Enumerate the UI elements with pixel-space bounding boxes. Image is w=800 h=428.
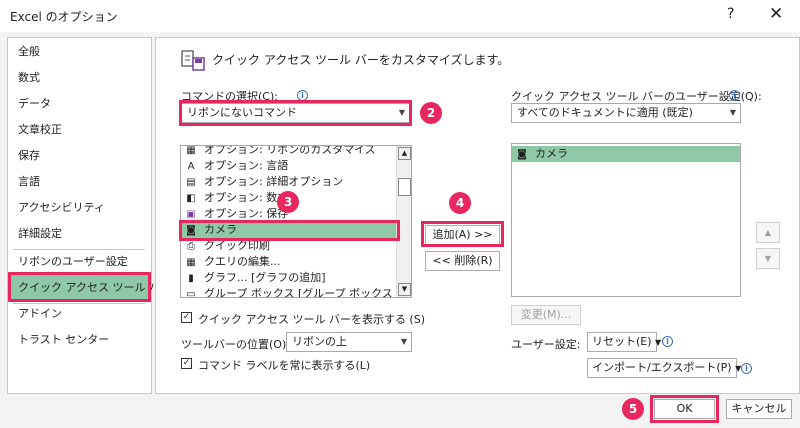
cancel-button[interactable]: キャンセル	[726, 399, 792, 419]
toolbar-position-value: リボンの上	[292, 335, 347, 348]
chevron-down-icon: ▼	[400, 337, 407, 346]
modify-button[interactable]: 変更(M)...	[511, 305, 581, 325]
info-icon: i	[662, 336, 673, 347]
qat-listbox[interactable]: ◙ カメラ	[511, 143, 741, 297]
sidebar-item-general[interactable]: 全般	[9, 39, 150, 65]
show-qat-checkbox[interactable]: ✓	[181, 312, 192, 323]
sidebar-item-data[interactable]: データ	[9, 91, 150, 117]
help-button[interactable]: ?	[727, 6, 734, 22]
show-labels-label: コマンド ラベルを常に表示する(L)	[198, 359, 371, 372]
step-badge-5: 5	[622, 398, 644, 420]
customize-qat-icon	[180, 46, 206, 72]
sidebar-item-formulas[interactable]: 数式	[9, 65, 150, 91]
camera-icon: ◙	[517, 149, 527, 160]
sidebar-item-advanced[interactable]: 詳細設定	[9, 221, 150, 247]
sidebar-item-language[interactable]: 言語	[9, 169, 150, 195]
language-icon: A	[187, 161, 195, 172]
chevron-down-icon: ▼	[729, 108, 736, 117]
quick-print-icon: ⎙	[187, 241, 195, 252]
qat-list-item[interactable]: ◙ カメラ	[512, 146, 740, 162]
list-item[interactable]: ▮ グラフ... [グラフの追加]	[181, 270, 325, 286]
sidebar: 全般 数式 データ 文章校正 保存 言語 アクセシビリティ 詳細設定 リボンのユ…	[7, 37, 171, 394]
window-title: Excel のオプション	[10, 10, 118, 24]
toolbar-position-label: ツールバーの位置(O)	[181, 338, 287, 351]
qat-scope-label: クイック アクセス ツール バーのユーザー設定(Q):	[511, 90, 762, 103]
move-down-button[interactable]: ▼	[756, 248, 780, 269]
remove-button[interactable]: << 削除(R)	[425, 251, 500, 271]
close-button[interactable]: ✕	[769, 4, 783, 24]
list-item[interactable]: ◧ オプション: 数式	[181, 190, 288, 206]
sidebar-item-trust-center[interactable]: トラスト センター	[9, 327, 150, 353]
show-labels-checkbox[interactable]: ✓	[181, 358, 192, 369]
highlight-box-qat	[8, 272, 151, 302]
sidebar-item-accessibility[interactable]: アクセシビリティ	[9, 195, 150, 221]
highlight-box-ok	[650, 395, 719, 423]
sidebar-item-addins[interactable]: アドイン	[9, 301, 150, 327]
list-item[interactable]: ▦ オプション: リボンのカスタマイズ	[181, 145, 376, 158]
info-icon: i	[729, 90, 740, 101]
highlight-box-dropdown	[179, 100, 412, 126]
list-item[interactable]: ▭ グループ ボックス [グループ ボックス	[181, 286, 393, 298]
group-box-icon: ▭	[186, 289, 196, 298]
scroll-down-arrow-icon[interactable]: ▼	[398, 283, 411, 296]
list-item[interactable]: A オプション: 言語	[181, 158, 289, 174]
page-title: クイック アクセス ツール バーをカスタマイズします。	[212, 53, 510, 67]
scroll-up-arrow-icon[interactable]: ▲	[398, 147, 411, 160]
sidebar-item-proofing[interactable]: 文章校正	[9, 117, 150, 143]
title-bar	[0, 0, 800, 32]
qat-scope-value: すべてのドキュメントに適用 (既定)	[517, 106, 693, 119]
step-badge-2: 2	[420, 102, 442, 124]
highlight-box-add	[421, 221, 504, 247]
user-settings-label: ユーザー設定:	[511, 338, 581, 351]
step-badge-4: 4	[449, 192, 471, 214]
import-export-button[interactable]: インポート/エクスポート(P) ▼	[587, 358, 741, 378]
move-up-button[interactable]: ▲	[756, 222, 780, 243]
info-icon: i	[741, 363, 752, 374]
formula-options-icon: ◧	[186, 193, 196, 204]
qat-scope-dropdown[interactable]: すべてのドキュメントに適用 (既定) ▼	[511, 103, 741, 123]
list-item[interactable]: ▤ オプション: 詳細オプション	[181, 174, 343, 190]
sidebar-item-save[interactable]: 保存	[9, 143, 150, 169]
toolbar-position-dropdown[interactable]: リボンの上 ▼	[286, 332, 412, 352]
highlight-box-camera	[179, 220, 400, 241]
chevron-down-icon: ▼	[655, 338, 662, 347]
edit-query-icon: ▦	[186, 257, 196, 268]
advanced-options-icon: ▤	[186, 177, 196, 188]
scroll-thumb[interactable]	[398, 178, 411, 196]
reset-button[interactable]: リセット(E) ▼	[587, 332, 661, 352]
list-item[interactable]: ▦ クエリの編集...	[181, 254, 280, 270]
ribbon-options-icon: ▦	[186, 145, 196, 156]
step-badge-3: 3	[277, 191, 299, 213]
chart-icon: ▮	[188, 273, 194, 284]
show-qat-label: クイック アクセス ツール バーを表示する (S)	[198, 313, 426, 326]
